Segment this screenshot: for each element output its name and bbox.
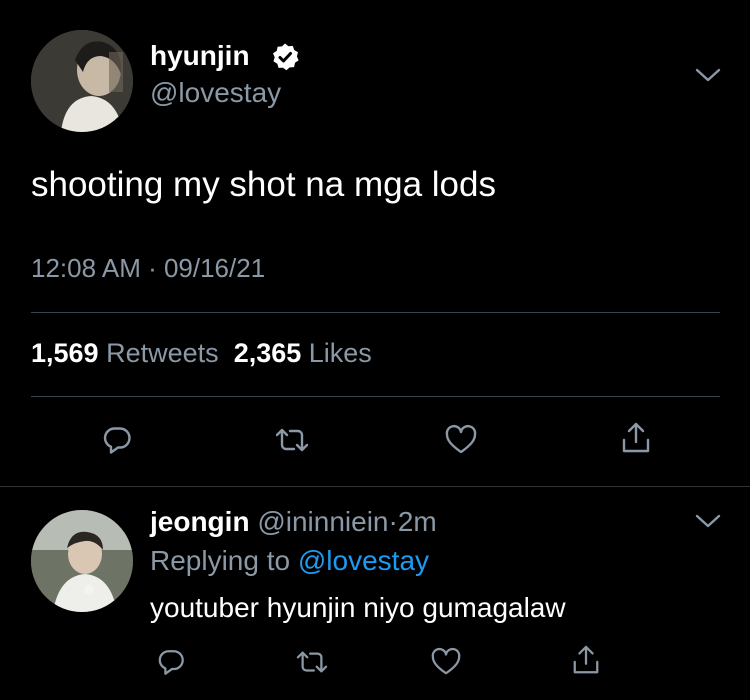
replying-to-mention[interactable]: @lovestay bbox=[298, 545, 429, 576]
verified-badge-icon bbox=[273, 43, 299, 71]
share-icon bbox=[573, 645, 599, 674]
retweet-button[interactable] bbox=[292, 642, 332, 682]
retweet-icon bbox=[275, 428, 309, 452]
like-icon bbox=[445, 424, 477, 454]
like-button[interactable] bbox=[426, 642, 466, 682]
replying-prefix: Replying to bbox=[150, 545, 291, 576]
avatar-photo-icon bbox=[31, 510, 133, 612]
reply-author-handle[interactable]: @ininniein bbox=[257, 506, 388, 537]
avatar-photo-icon bbox=[31, 30, 133, 132]
like-button[interactable] bbox=[441, 420, 481, 460]
share-button[interactable] bbox=[616, 418, 656, 458]
retweets-count: 1,569 bbox=[31, 338, 99, 368]
likes-stat[interactable]: 2,365 Likes bbox=[226, 338, 372, 368]
chevron-down-icon[interactable] bbox=[694, 512, 722, 530]
author-name[interactable]: hyunjin bbox=[150, 40, 250, 72]
retweets-label: Retweets bbox=[106, 338, 219, 368]
separator-dot: · bbox=[388, 506, 398, 537]
main-tweet: hyunjin @lovestay shooting my shot na mg… bbox=[0, 0, 750, 486]
tweet-timestamp[interactable]: 12:08 AM · 09/16/21 bbox=[31, 253, 265, 284]
author-handle[interactable]: @lovestay bbox=[150, 77, 281, 109]
tweet-stats: 1,569 Retweets 2,365 Likes bbox=[31, 338, 372, 369]
divider bbox=[31, 312, 720, 313]
reply-author-avatar[interactable] bbox=[31, 510, 133, 612]
tweet-separator bbox=[0, 486, 750, 487]
chevron-down-icon[interactable] bbox=[694, 66, 722, 84]
reply-header: jeongin @ininniein·2m bbox=[150, 506, 437, 538]
reply-button[interactable] bbox=[151, 642, 191, 682]
likes-label: Likes bbox=[308, 338, 372, 368]
reply-icon bbox=[158, 650, 184, 675]
reply-author-name[interactable]: jeongin bbox=[150, 506, 250, 537]
reply-button[interactable] bbox=[97, 420, 137, 460]
retweets-stat[interactable]: 1,569 Retweets bbox=[31, 338, 219, 368]
share-icon bbox=[622, 422, 650, 453]
likes-count: 2,365 bbox=[233, 338, 302, 368]
retweet-icon bbox=[296, 651, 328, 673]
like-icon bbox=[431, 647, 461, 675]
tweet-text: shooting my shot na mga lods bbox=[31, 165, 496, 204]
share-button[interactable] bbox=[566, 640, 606, 680]
divider bbox=[31, 396, 720, 397]
retweet-button[interactable] bbox=[272, 420, 312, 460]
replying-to: Replying to @lovestay bbox=[150, 545, 429, 577]
reply-icon bbox=[103, 427, 131, 454]
author-avatar[interactable] bbox=[31, 30, 133, 132]
reply-text: youtuber hyunjin niyo gumagalaw bbox=[150, 592, 566, 623]
reply-time[interactable]: 2m bbox=[398, 506, 437, 537]
